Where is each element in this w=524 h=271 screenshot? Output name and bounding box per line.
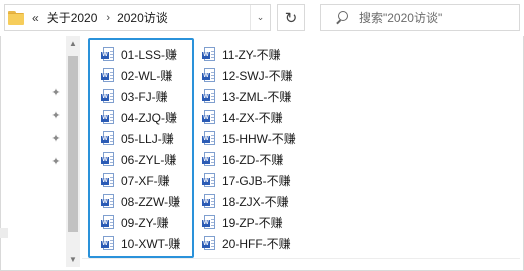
file-name: 13-ZML-不赚 [222,90,292,104]
address-dropdown-icon[interactable]: ⌄ [250,5,270,30]
file-name: 14-ZX-不赚 [222,111,283,125]
file-name: 10-XWT-赚 [121,237,181,251]
file-item[interactable]: W 02-WL-赚 [101,65,180,86]
file-item[interactable]: W 12-SWJ-不赚 [202,65,296,86]
divider [82,258,520,259]
file-item[interactable]: W 18-ZJX-不赚 [202,191,296,212]
file-item[interactable]: W 07-XF-赚 [101,170,180,191]
pin-icon[interactable]: ✦ [50,155,62,169]
file-name: 05-LLJ-赚 [121,132,174,146]
word-document-icon: W [202,47,215,62]
search-icon [333,9,351,27]
file-item[interactable]: W 14-ZX-不赚 [202,107,296,128]
nav-scrollbar[interactable]: ▲ ▼ [66,36,80,267]
word-document-icon: W [101,68,114,83]
file-item[interactable]: W 03-FJ-赚 [101,86,180,107]
word-document-icon: W [101,236,114,251]
address-toolbar: « 关于2020 › 2020访谈 ⌄ ↻ 搜索"2020访谈" [0,0,524,36]
file-name: 06-ZYL-赚 [121,153,177,167]
file-item[interactable]: W 16-ZD-不赚 [202,149,296,170]
file-column-2: W 11-ZY-不赚 W 12-SWJ-不赚 W 13-ZML-不赚 W 14-ZX-不赚 W 1… [202,44,296,254]
search-box[interactable]: 搜索"2020访谈" [320,4,520,31]
breadcrumb-separator-icon[interactable]: › [106,12,110,24]
word-document-icon: W [202,89,215,104]
word-document-icon: W [101,89,114,104]
folder-icon [8,10,26,25]
breadcrumb-parent[interactable]: 关于2020 [47,9,98,26]
word-document-icon: W [101,152,114,167]
word-document-icon: W [101,47,114,62]
file-item[interactable]: W 11-ZY-不赚 [202,44,296,65]
file-item[interactable]: W 20-HFF-不赚 [202,233,296,254]
word-document-icon: W [202,194,215,209]
file-item[interactable]: W 05-LLJ-赚 [101,128,180,149]
file-name: 02-WL-赚 [121,69,173,83]
breadcrumb-current[interactable]: 2020访谈 [117,9,168,26]
pin-icon[interactable]: ✦ [50,86,62,100]
file-item[interactable]: W 09-ZY-赚 [101,212,180,233]
word-document-icon: W [202,131,215,146]
file-name: 04-ZJQ-赚 [121,111,178,125]
file-item[interactable]: W 08-ZZW-赚 [101,191,180,212]
file-name: 15-HHW-不赚 [222,132,296,146]
file-name: 12-SWJ-不赚 [222,69,293,83]
file-item[interactable]: W 04-ZJQ-赚 [101,107,180,128]
file-item[interactable]: W 10-XWT-赚 [101,233,180,254]
scroll-up-icon[interactable]: ▲ [66,39,80,49]
word-document-icon: W [202,68,215,83]
file-item[interactable]: W 17-GJB-不赚 [202,170,296,191]
file-name: 08-ZZW-赚 [121,195,181,209]
scroll-thumb[interactable] [68,56,78,232]
file-name: 20-HFF-不赚 [222,237,291,251]
word-document-icon: W [202,215,215,230]
file-name: 19-ZP-不赚 [222,216,283,230]
file-name: 18-ZJX-不赚 [222,195,289,209]
word-document-icon: W [202,110,215,125]
file-column-1: W 01-LSS-赚 W 02-WL-赚 W 03-FJ-赚 W 04-ZJQ-赚 W 05-LL… [101,44,180,254]
file-item[interactable]: W 01-LSS-赚 [101,44,180,65]
file-name: 16-ZD-不赚 [222,153,284,167]
file-item[interactable]: W 15-HHW-不赚 [202,128,296,149]
file-name: 09-ZY-赚 [121,216,169,230]
file-item[interactable]: W 06-ZYL-赚 [101,149,180,170]
address-bar[interactable]: « 关于2020 › 2020访谈 ⌄ [4,4,271,31]
word-document-icon: W [101,194,114,209]
word-document-icon: W [202,173,215,188]
word-document-icon: W [101,110,114,125]
search-placeholder: 搜索"2020访谈" [359,11,443,25]
word-document-icon: W [101,215,114,230]
file-name: 11-ZY-不赚 [222,48,281,62]
refresh-button[interactable]: ↻ [277,4,305,31]
file-name: 07-XF-赚 [121,174,170,188]
scroll-down-icon[interactable]: ▼ [66,255,80,265]
word-document-icon: W [101,173,114,188]
word-document-icon: W [202,152,215,167]
overflow-chevron[interactable]: « [32,11,39,25]
word-document-icon: W [101,131,114,146]
file-name: 01-LSS-赚 [121,48,178,62]
file-item[interactable]: W 19-ZP-不赚 [202,212,296,233]
file-item[interactable]: W 13-ZML-不赚 [202,86,296,107]
pane-edge [0,228,8,238]
file-name: 17-GJB-不赚 [222,174,291,188]
file-name: 03-FJ-赚 [121,90,168,104]
word-document-icon: W [202,236,215,251]
pin-icon[interactable]: ✦ [50,109,62,123]
pin-icon[interactable]: ✦ [50,132,62,146]
